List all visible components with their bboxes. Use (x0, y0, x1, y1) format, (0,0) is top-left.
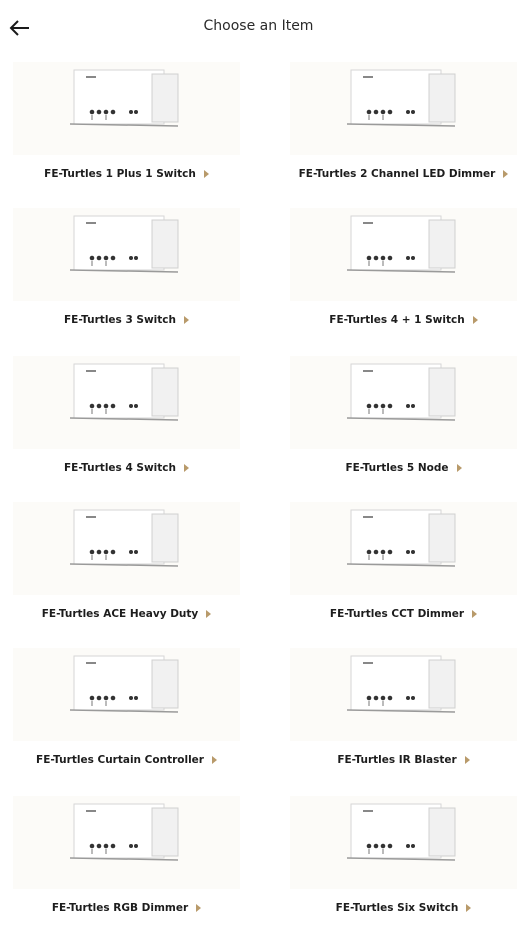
item-label-row: FE-Turtles Six Switch (290, 896, 517, 920)
item-label: FE-Turtles 2 Channel LED Dimmer (298, 168, 496, 180)
item-card[interactable]: FE-Turtles 2 Channel LED Dimmer (290, 62, 517, 192)
item-card[interactable]: FE-Turtles RGB Dimmer (13, 796, 240, 926)
item-label-row: FE-Turtles IR Blaster (290, 748, 517, 772)
item-label: FE-Turtles IR Blaster (337, 754, 457, 766)
item-label-row: FE-Turtles 1 Plus 1 Switch (13, 162, 240, 186)
item-label: FE-Turtles 4 + 1 Switch (329, 314, 465, 326)
item-label-row: FE-Turtles CCT Dimmer (290, 602, 517, 626)
device-image-icon (69, 655, 179, 713)
item-label-row: FE-Turtles ACE Heavy Duty (13, 602, 240, 626)
item-card[interactable]: FE-Turtles 1 Plus 1 Switch (13, 62, 240, 192)
product-image (13, 648, 240, 741)
item-grid: FE-Turtles 1 Plus 1 Switch FE-Turtles 2 … (0, 0, 517, 936)
item-card[interactable]: FE-Turtles 4 Switch (13, 356, 240, 486)
item-card[interactable]: FE-Turtles IR Blaster (290, 648, 517, 778)
item-card[interactable]: FE-Turtles Six Switch (290, 796, 517, 926)
caret-right-icon (464, 756, 470, 764)
item-label-row: FE-Turtles Curtain Controller (13, 748, 240, 772)
item-card[interactable]: FE-Turtles ACE Heavy Duty (13, 502, 240, 632)
item-label: FE-Turtles ACE Heavy Duty (41, 608, 199, 620)
product-image (290, 648, 517, 741)
product-image (13, 356, 240, 449)
device-image-icon (69, 69, 179, 127)
device-image-icon (69, 215, 179, 273)
caret-right-icon (184, 316, 189, 324)
product-image (13, 62, 240, 155)
product-image (13, 208, 240, 301)
device-image-icon (346, 655, 456, 713)
item-label: FE-Turtles 1 Plus 1 Switch (44, 168, 196, 180)
item-label: FE-Turtles 5 Node (345, 462, 449, 474)
item-label: FE-Turtles RGB Dimmer (51, 902, 189, 914)
device-image-icon (69, 363, 179, 421)
item-card[interactable]: FE-Turtles 4 + 1 Switch (290, 208, 517, 338)
product-image (13, 796, 240, 889)
product-image (13, 502, 240, 595)
product-image (290, 796, 517, 889)
item-label-row: FE-Turtles 2 Channel LED Dimmer (290, 162, 517, 186)
device-image-icon (69, 803, 179, 861)
product-image (290, 62, 517, 155)
device-image-icon (346, 363, 456, 421)
product-image (290, 356, 517, 449)
item-label: FE-Turtles Six Switch (335, 902, 459, 914)
caret-right-icon (196, 904, 202, 912)
item-label-row: FE-Turtles 5 Node (290, 456, 517, 480)
caret-right-icon (472, 610, 478, 618)
item-label: FE-Turtles 3 Switch (63, 314, 176, 326)
caret-right-icon (206, 610, 212, 618)
item-card[interactable]: FE-Turtles 3 Switch (13, 208, 240, 338)
product-image (290, 208, 517, 301)
device-image-icon (346, 69, 456, 127)
device-image-icon (69, 509, 179, 567)
device-image-icon (346, 803, 456, 861)
item-card[interactable]: FE-Turtles 5 Node (290, 356, 517, 486)
caret-right-icon (456, 464, 462, 472)
item-label-row: FE-Turtles RGB Dimmer (13, 896, 240, 920)
item-label: FE-Turtles 4 Switch (63, 462, 176, 474)
caret-right-icon (203, 170, 209, 178)
device-image-icon (346, 509, 456, 567)
caret-right-icon (184, 464, 189, 472)
item-label-row: FE-Turtles 3 Switch (13, 308, 240, 332)
caret-right-icon (466, 904, 472, 912)
item-label: FE-Turtles Curtain Controller (36, 754, 204, 766)
item-label-row: FE-Turtles 4 Switch (13, 456, 240, 480)
item-label: FE-Turtles CCT Dimmer (329, 608, 465, 620)
item-card[interactable]: FE-Turtles Curtain Controller (13, 648, 240, 778)
caret-right-icon (472, 316, 478, 324)
item-card[interactable]: FE-Turtles CCT Dimmer (290, 502, 517, 632)
caret-right-icon (211, 756, 217, 764)
item-label-row: FE-Turtles 4 + 1 Switch (290, 308, 517, 332)
device-image-icon (346, 215, 456, 273)
product-image (290, 502, 517, 595)
caret-right-icon (503, 170, 509, 178)
